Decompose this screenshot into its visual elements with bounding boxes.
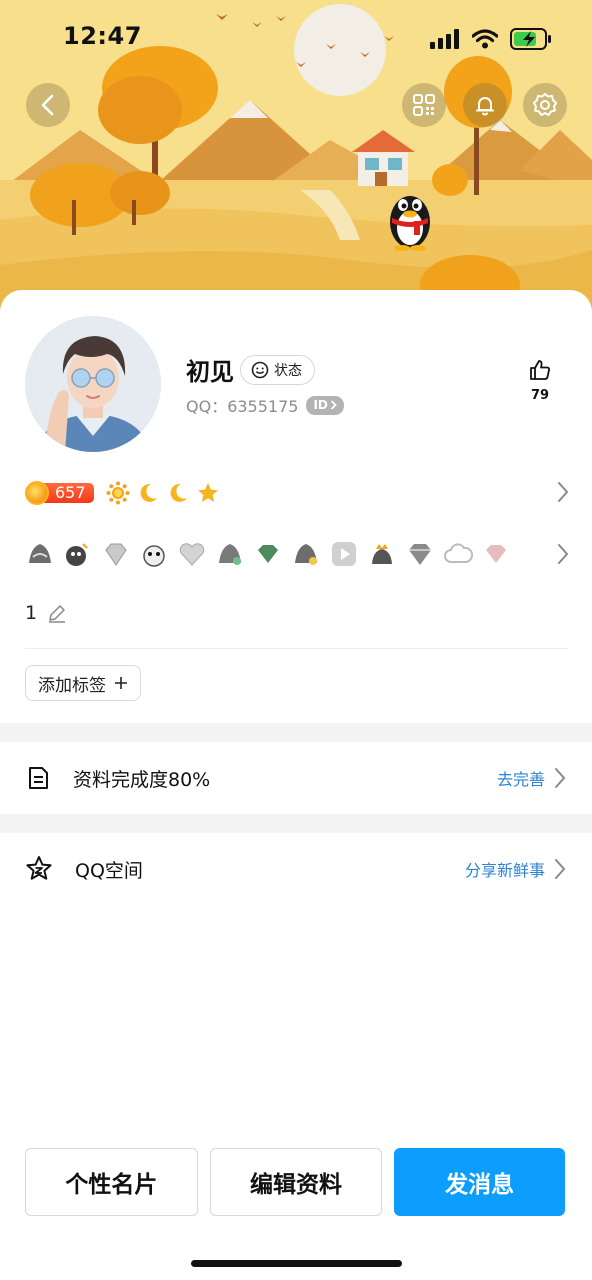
qzone-row[interactable]: QQ空间 分享新鲜事: [0, 833, 592, 905]
thumbs-up-icon: [530, 360, 550, 380]
home-indicator[interactable]: [191, 1260, 402, 1267]
section-gap: [0, 814, 592, 833]
diamond-icon: [481, 539, 511, 569]
moon-icon: [170, 483, 187, 502]
sun-icon: [106, 481, 130, 505]
medal-icon: [139, 539, 169, 569]
chevron-right-icon: [555, 768, 566, 788]
cellular-signal-icon: [430, 29, 459, 49]
settings-button[interactable]: [523, 83, 567, 127]
avatar[interactable]: [25, 316, 161, 452]
profile-name: 初见: [186, 358, 234, 386]
edit-profile-button[interactable]: 编辑资料: [209, 1148, 383, 1216]
status-face-icon: [251, 361, 269, 378]
medal-icon: [215, 539, 245, 569]
crown-icon: [367, 539, 397, 569]
sun-level-badge: 657: [25, 481, 94, 505]
bottom-action-bar: 个性名片 编辑资料 发消息: [25, 1148, 566, 1216]
moon-icon: [140, 483, 157, 502]
qzone-star-icon: [26, 856, 52, 880]
status-label: 状态: [274, 362, 302, 379]
chevron-right-icon: [558, 544, 569, 564]
medal-row[interactable]: [25, 536, 570, 572]
sun-coin-icon: [25, 481, 49, 505]
pencil-icon[interactable]: [47, 603, 67, 623]
profile-completion-row[interactable]: 资料完成度80% 去完善: [0, 742, 592, 814]
chevron-left-icon: [41, 94, 54, 116]
add-tag-button[interactable]: 添加标签: [25, 665, 141, 701]
profile-completion-label: 资料完成度80%: [73, 768, 211, 791]
level-icons: [106, 481, 220, 505]
star-icon: [197, 483, 218, 502]
send-message-button[interactable]: 发消息: [394, 1148, 566, 1216]
medal-icon: [291, 539, 321, 569]
avatar-portrait: [25, 316, 161, 452]
gear-icon: [533, 93, 557, 116]
qr-code-icon: [413, 94, 435, 116]
divider: [25, 648, 568, 649]
back-button[interactable]: [26, 83, 70, 127]
like-count: 79: [530, 388, 550, 403]
level-row[interactable]: 657: [25, 478, 570, 508]
notification-button[interactable]: [463, 83, 507, 127]
status-button[interactable]: 状态: [240, 354, 315, 385]
share-news-link[interactable]: 分享新鲜事: [465, 857, 545, 881]
like-button[interactable]: 79: [520, 358, 560, 403]
qzone-label: QQ空间: [75, 859, 143, 882]
chevron-right-icon: [558, 482, 569, 502]
personal-card-button[interactable]: 个性名片: [25, 1148, 198, 1216]
qr-code-button[interactable]: [402, 83, 446, 127]
diamond-icon: [253, 539, 283, 569]
status-time: 12:47: [63, 22, 142, 50]
heart-icon: [177, 539, 207, 569]
chevron-right-icon: [555, 859, 566, 879]
play-icon: [329, 539, 359, 569]
complete-profile-link[interactable]: 去完善: [497, 766, 545, 790]
qq-number: QQ：6355175: [186, 397, 299, 416]
medal-icon: [63, 539, 93, 569]
section-gap: [0, 723, 592, 742]
cloud-icon: [443, 539, 473, 569]
signature-text: 1: [25, 602, 38, 624]
add-tag-label: 添加标签: [38, 675, 106, 696]
diamond-icon: [405, 539, 435, 569]
wifi-icon: [472, 29, 498, 49]
id-badge[interactable]: ID: [306, 395, 344, 415]
chevron-right-icon: [330, 400, 337, 410]
medal-icon: [25, 539, 55, 569]
plus-icon: [115, 677, 127, 689]
battery-charging-icon: [510, 28, 551, 50]
profile-name-row: 初见 状态: [186, 352, 315, 387]
signature-row[interactable]: 1: [25, 602, 67, 624]
diamond-icon: [101, 539, 131, 569]
sun-level-value: 657: [43, 483, 94, 503]
qq-number-row: QQ：6355175 ID: [186, 393, 344, 417]
document-icon: [29, 767, 48, 789]
bell-icon: [476, 97, 494, 116]
status-bar: 12:47: [0, 0, 592, 78]
